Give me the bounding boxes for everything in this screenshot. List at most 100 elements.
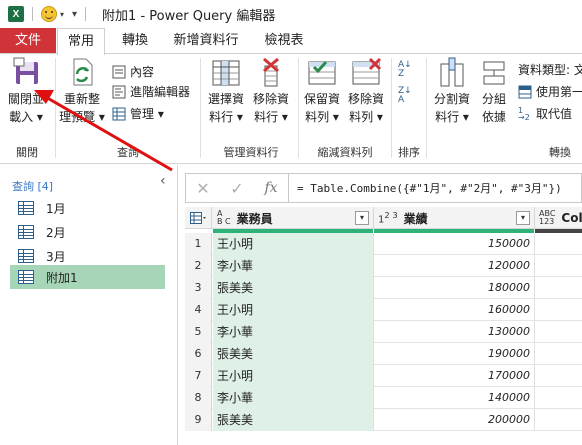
queries-header[interactable]: 查詢 [4] [12,178,53,194]
choose-columns-button[interactable]: 選擇資 料行 ▾ [204,56,248,126]
refresh-label-2: 理預覽 ▾ [59,110,105,124]
keep-rows-button[interactable]: 保留資 料列 ▾ [300,56,344,126]
row-number[interactable]: 7 [185,365,212,387]
cell-salesperson[interactable]: 李小華 [213,321,374,343]
row-number[interactable]: 6 [185,343,212,365]
replace-values-button[interactable]: 1 →2 取代值 [518,104,572,124]
query-item-append1[interactable]: 附加1 [10,265,165,289]
remove-rows-button[interactable]: 移除資 料列 ▾ [344,56,388,126]
table-row[interactable]: 8 李小華 140000 [185,387,582,409]
data-type-dropdown[interactable]: 資料類型: 文 [518,60,582,80]
properties-button[interactable]: 內容 [112,62,154,82]
cell-salesperson[interactable]: 王小明 [213,233,374,255]
row-number[interactable]: 1 [185,233,212,255]
cancel-formula-icon[interactable]: ✕ [186,179,220,198]
tab-add-column[interactable]: 新增資料行 [164,28,248,54]
use-first-row-button[interactable]: 使用第一 [518,82,582,102]
row-number[interactable]: 9 [185,409,212,431]
row-number[interactable]: 2 [185,255,212,277]
excel-icon[interactable]: X [8,6,24,22]
table-row[interactable]: 9 張美美 200000 [185,409,582,431]
table-row[interactable]: 5 李小華 130000 [185,321,582,343]
data-grid: AB C 業務員 ▾ 12 3 業績 ▾ ABC123 Colum 1 王小明 … [185,207,582,445]
number-type-icon[interactable]: 12 3 [378,211,398,225]
query-item-feb[interactable]: 2月 [10,220,165,244]
cell-sales[interactable]: 200000 [374,409,535,431]
choose-columns-icon [210,56,242,88]
remove-columns-button[interactable]: 移除資 料行 ▾ [249,56,293,126]
filter-dropdown-icon[interactable]: ▾ [355,211,369,225]
any-type-icon[interactable]: ABC 123 [539,210,555,226]
advanced-editor-button[interactable]: 進階編輯器 [112,82,190,102]
manage-button[interactable]: 管理 ▾ [112,104,164,124]
table-row[interactable]: 1 王小明 150000 [185,233,582,255]
tab-view[interactable]: 檢視表 [254,28,314,54]
table-row[interactable]: 4 王小明 160000 [185,299,582,321]
manage-table-icon [112,107,126,121]
cell-salesperson[interactable]: 張美美 [213,343,374,365]
cell-salesperson[interactable]: 王小明 [213,365,374,387]
tab-transform[interactable]: 轉換 [113,28,157,54]
table-row[interactable]: 2 李小華 120000 [185,255,582,277]
group-sort-label: 排序 [398,146,420,159]
column-header-salesperson[interactable]: AB C 業務員 ▾ [213,207,374,229]
sort-ascending-button[interactable]: A↓ Z [398,60,412,80]
table-row[interactable]: 3 張美美 180000 [185,277,582,299]
fx-icon[interactable]: fx [254,180,288,196]
cell-salesperson[interactable]: 李小華 [213,387,374,409]
sort-descending-button[interactable]: Z↓ A [398,86,412,106]
quick-access-customize-icon[interactable]: ▾ [72,9,77,20]
cell-salesperson[interactable]: 張美美 [213,409,374,431]
tab-file[interactable]: 文件 [0,28,56,54]
group-close-label: 關閉 [16,146,38,159]
replace-values-icon: 1 →2 [518,106,530,122]
column-header-column[interactable]: ABC123 Colum [535,207,582,229]
row-number[interactable]: 5 [185,321,212,343]
feedback-caret-icon[interactable]: ▾ [60,10,64,19]
cell-sales[interactable]: 160000 [374,299,535,321]
cell-sales[interactable]: 170000 [374,365,535,387]
cell-salesperson[interactable]: 李小華 [213,255,374,277]
commit-formula-icon[interactable]: ✓ [220,179,254,198]
close-and-load-button[interactable]: 關閉並 載入 ▾ [4,56,48,126]
filter-dropdown-icon[interactable]: ▾ [516,211,530,225]
refresh-label-1: 重新整 [63,92,100,106]
group-by-button[interactable]: 分組 依據 [474,56,514,126]
query-item-jan[interactable]: 1月 [10,196,165,220]
cell-sales[interactable]: 190000 [374,343,535,365]
sort-ascending-icon: A↓ Z [398,60,412,79]
collapse-chevron-icon[interactable]: ‹ [160,173,166,189]
split-column-button[interactable]: 分割資 料行 ▾ [430,56,474,126]
formula-input[interactable]: = Table.Combine({#"1月", #"2月", #"3月"}) [297,180,562,196]
text-type-icon[interactable]: AB C [217,210,231,226]
data-type-label: 資料類型: 文 [518,63,582,77]
cell-sales[interactable]: 140000 [374,387,535,409]
cell-sales[interactable]: 150000 [374,233,535,255]
table-menu-icon[interactable] [185,207,212,229]
remove-rows-icon [350,56,382,88]
table-row[interactable]: 6 張美美 190000 [185,343,582,365]
cell-sales[interactable]: 180000 [374,277,535,299]
group-separator [200,58,201,158]
remove-columns-label-1: 移除資 [252,92,289,106]
smiley-feedback-icon[interactable] [41,6,57,22]
row-number[interactable]: 4 [185,299,212,321]
cell-sales[interactable]: 130000 [374,321,535,343]
row-number[interactable]: 3 [185,277,212,299]
formula-divider [288,173,289,203]
properties-label: 內容 [130,65,155,79]
keep-rows-label-1: 保留資 [303,92,340,106]
grid-header: AB C 業務員 ▾ 12 3 業績 ▾ ABC123 Colum [185,207,582,229]
title-divider [32,7,33,21]
table-icon [18,201,34,215]
cell-salesperson[interactable]: 王小明 [213,299,374,321]
tab-home[interactable]: 常用 [57,28,105,55]
cell-salesperson[interactable]: 張美美 [213,277,374,299]
refresh-preview-button[interactable]: 重新整 理預覽 ▾ [58,56,106,126]
column-header-sales[interactable]: 12 3 業績 ▾ [374,207,535,229]
group-by-label-1: 分組 [481,92,506,106]
row-number[interactable]: 8 [185,387,212,409]
cell-sales[interactable]: 120000 [374,255,535,277]
formula-bar: ✕ ✓ fx = Table.Combine({#"1月", #"2月", #"… [185,173,582,203]
table-row[interactable]: 7 王小明 170000 [185,365,582,387]
